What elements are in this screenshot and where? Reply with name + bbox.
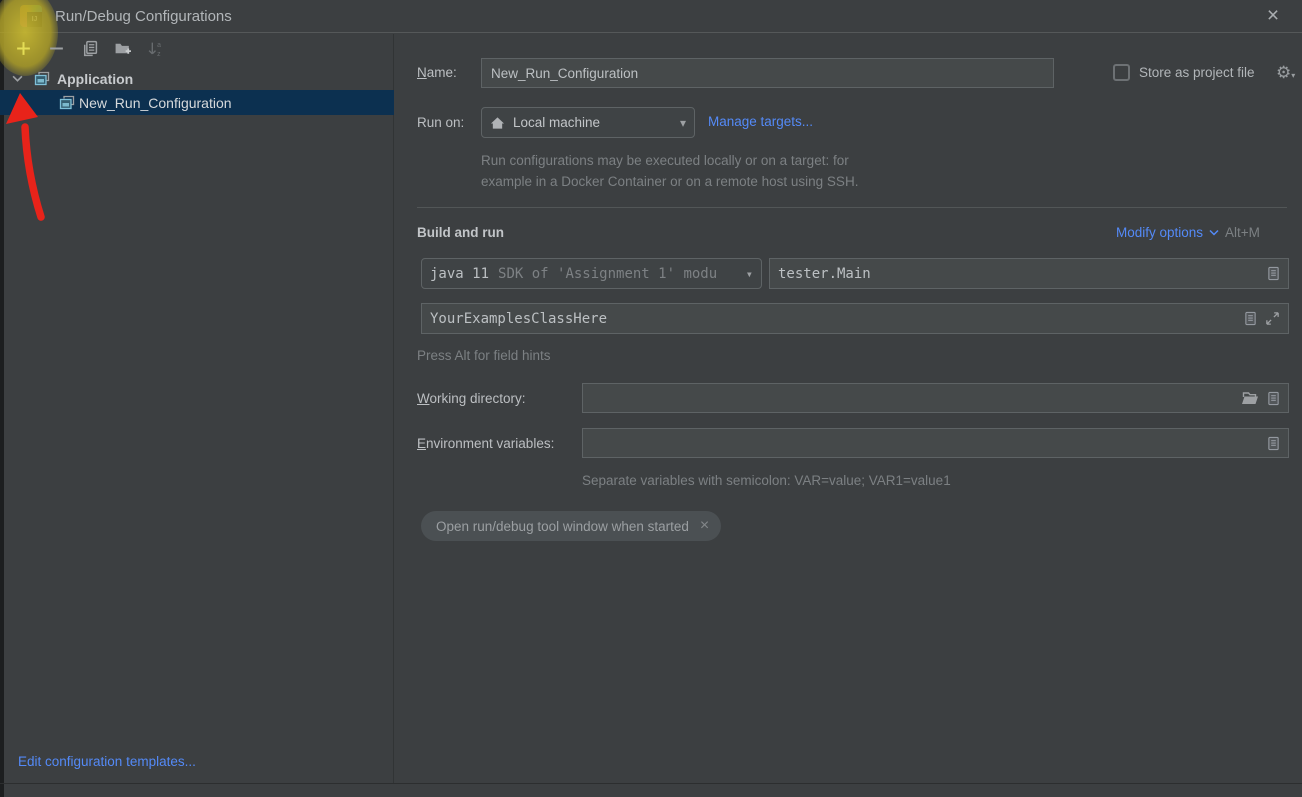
chevron-down-icon[interactable] xyxy=(12,75,23,82)
build-and-run-heading: Build and run xyxy=(417,225,504,240)
chip-label: Open run/debug tool window when started xyxy=(436,519,689,534)
chevron-down-icon xyxy=(1209,229,1219,236)
copy-configuration-icon[interactable] xyxy=(81,40,98,57)
section-divider xyxy=(417,207,1287,208)
footer-divider xyxy=(0,783,1302,784)
svg-text:z: z xyxy=(157,51,161,57)
run-on-select[interactable]: Local machine ▾ xyxy=(481,107,695,138)
application-icon xyxy=(34,71,50,87)
chevron-down-icon: ▾ xyxy=(680,116,686,130)
edit-configuration-templates-link[interactable]: Edit configuration templates... xyxy=(18,754,196,769)
configurations-sidebar: a z Application New_Run_Configuration Ed… xyxy=(0,34,394,783)
application-icon xyxy=(59,95,75,111)
remove-option-icon[interactable]: × xyxy=(700,517,709,535)
store-as-project-file-checkbox[interactable] xyxy=(1113,64,1130,81)
working-directory-label: Working directory: xyxy=(417,391,526,406)
tree-item-label: New_Run_Configuration xyxy=(79,95,232,111)
browse-list-icon[interactable] xyxy=(1244,311,1257,326)
main-class-value: tester.Main xyxy=(778,266,871,282)
working-directory-field[interactable] xyxy=(582,383,1289,413)
environment-variables-label: Environment variables: xyxy=(417,436,554,451)
remove-configuration-icon[interactable] xyxy=(48,40,65,57)
run-on-hint-line1: Run configurations may be executed local… xyxy=(481,153,849,168)
manage-targets-link[interactable]: Manage targets... xyxy=(708,114,813,129)
jdk-detail: SDK of 'Assignment 1' modu xyxy=(498,266,717,282)
run-on-value: Local machine xyxy=(513,115,600,130)
new-folder-icon[interactable] xyxy=(114,40,131,57)
main-class-field[interactable]: tester.Main xyxy=(769,258,1289,289)
browse-list-icon[interactable] xyxy=(1267,266,1280,281)
store-as-project-file-label: Store as project file xyxy=(1139,65,1255,80)
store-settings-gear-icon[interactable]: ⚙▾ xyxy=(1276,64,1295,84)
dialog-titlebar: IJ Run/Debug Configurations × xyxy=(0,0,1302,33)
intellij-logo-icon: IJ xyxy=(20,5,42,27)
add-configuration-icon[interactable] xyxy=(15,40,32,57)
close-icon[interactable]: × xyxy=(1260,3,1286,29)
program-arguments-value: YourExamplesClassHere xyxy=(430,311,607,327)
browse-list-icon[interactable] xyxy=(1267,436,1280,451)
svg-text:a: a xyxy=(157,42,161,49)
run-on-label: Run on: xyxy=(417,115,464,130)
environment-variables-hint: Separate variables with semicolon: VAR=v… xyxy=(582,473,951,488)
open-tool-window-option-chip[interactable]: Open run/debug tool window when started … xyxy=(421,511,721,541)
name-input[interactable] xyxy=(481,58,1054,88)
browse-folder-icon[interactable] xyxy=(1241,391,1259,405)
jdk-select[interactable]: java 11 SDK of 'Assignment 1' modu ▾ xyxy=(421,258,762,289)
configuration-editor-panel: Name: Store as project file ⚙▾ Run on: L… xyxy=(395,34,1302,783)
sidebar-toolbar: a z xyxy=(0,34,180,63)
expand-field-icon[interactable] xyxy=(1265,311,1280,326)
run-on-hint-line2: example in a Docker Container or on a re… xyxy=(481,174,858,189)
dialog-title: Run/Debug Configurations xyxy=(55,8,232,25)
name-label: Name: xyxy=(417,65,457,80)
browse-list-icon[interactable] xyxy=(1267,391,1280,406)
jdk-value: java 11 xyxy=(430,266,489,282)
tree-group-label: Application xyxy=(57,71,133,87)
alt-hint-text: Press Alt for field hints xyxy=(417,348,551,363)
tree-item-new-run-configuration[interactable]: New_Run_Configuration xyxy=(0,90,394,115)
modify-options-link[interactable]: Modify options xyxy=(1116,225,1203,240)
home-icon xyxy=(490,116,505,130)
sort-alphabetically-icon[interactable]: a z xyxy=(147,40,164,57)
program-arguments-field[interactable]: YourExamplesClassHere xyxy=(421,303,1289,334)
environment-variables-field[interactable] xyxy=(582,428,1289,458)
tree-group-application[interactable]: Application xyxy=(0,66,394,91)
chevron-down-icon: ▾ xyxy=(746,267,753,281)
modify-options-shortcut: Alt+M xyxy=(1225,225,1260,240)
